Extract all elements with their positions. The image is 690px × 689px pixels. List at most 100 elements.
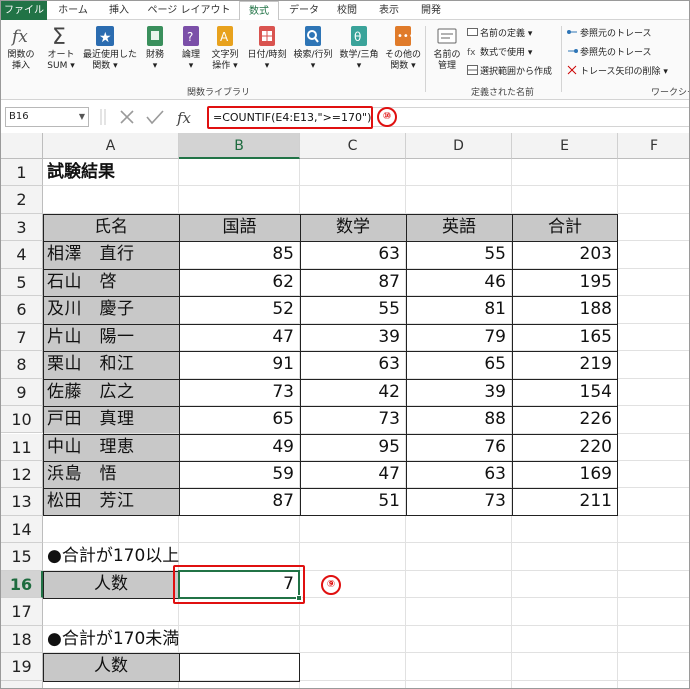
row-header-13[interactable]: 13 [1,488,43,516]
date-time-button[interactable]: 日付/時刻 ▾ [245,24,289,72]
row-header-7[interactable]: 7 [1,323,43,352]
column-header-e[interactable]: E [512,133,618,159]
score-cell[interactable]: 63 [406,461,512,488]
score-cell[interactable]: 73 [300,406,406,433]
name-cell[interactable]: 片山 陽一 [43,323,179,352]
logical-button[interactable]: ? 論理 ▾ [173,24,209,72]
row-header-8[interactable]: 8 [1,351,43,379]
name-cell[interactable]: 戸田 真理 [43,406,179,434]
tab-formulas[interactable]: 数式 [239,1,279,21]
tab-review[interactable]: 校閲 [327,1,367,20]
name-cell[interactable]: 佐藤 広之 [43,378,179,407]
score-cell[interactable]: 95 [300,434,406,461]
score-cell[interactable]: 220 [512,434,618,461]
tab-page-layout[interactable]: ページ レイアウト [143,1,235,20]
cancel-icon[interactable] [120,110,134,124]
count-result-cell[interactable] [179,653,300,680]
row-header-15[interactable]: 15 [1,543,43,571]
define-name-button[interactable]: 名前の定義 ▾ [467,27,532,40]
row-header-2[interactable]: 2 [1,186,43,214]
name-cell[interactable]: 栗山 和江 [43,351,179,379]
chevron-down-icon[interactable]: ▼ [79,108,85,126]
score-cell[interactable]: 88 [406,406,512,433]
score-cell[interactable]: 91 [179,351,300,378]
row-header-6[interactable]: 6 [1,296,43,324]
column-header-b[interactable]: B [179,133,300,159]
score-cell[interactable]: 73 [406,488,512,515]
name-cell[interactable]: 相澤 直行 [43,241,179,269]
row-header-19[interactable]: 19 [1,653,43,681]
create-from-selection-button[interactable]: 選択範囲から作成 [467,65,552,78]
trace-dependents-button[interactable]: 参照先のトレース [567,46,652,59]
score-cell[interactable]: 73 [179,379,300,406]
table-header-cell[interactable]: 氏名 [43,213,179,242]
row-header-11[interactable]: 11 [1,433,43,461]
row-header-9[interactable]: 9 [1,378,43,407]
count-label-cell[interactable]: 人数 [43,570,179,599]
score-cell[interactable]: 51 [300,488,406,515]
tab-insert[interactable]: 挿入 [99,1,139,20]
column-header-d[interactable]: D [406,133,512,159]
name-cell[interactable]: 石山 啓 [43,268,179,297]
score-cell[interactable]: 46 [406,269,512,296]
tab-view[interactable]: 表示 [369,1,409,20]
tab-file[interactable]: ファイル [1,1,47,20]
score-cell[interactable]: 169 [512,461,618,488]
select-all-corner[interactable] [1,133,43,159]
formula-input[interactable]: =COUNTIF(E4:E13,">=170") [207,106,373,129]
financial-button[interactable]: 財務 ▾ [137,24,173,72]
score-cell[interactable]: 188 [512,296,618,323]
row-header-5[interactable]: 5 [1,268,43,297]
name-cell[interactable]: 浜島 悟 [43,460,179,489]
recently-used-button[interactable]: ★ 最近使用した 関数 ▾ [83,24,137,72]
name-cell[interactable]: 及川 慶子 [43,296,179,324]
score-cell[interactable]: 79 [406,324,512,351]
remove-arrows-button[interactable]: トレース矢印の削除 ▾ [567,65,668,78]
fx-icon[interactable]: fx [176,109,192,127]
row-header-1[interactable]: 1 [1,159,43,187]
section-heading[interactable]: ●合計が170未満 [43,626,300,653]
enter-icon[interactable] [146,110,164,125]
score-cell[interactable]: 211 [512,488,618,515]
score-cell[interactable]: 87 [300,269,406,296]
tab-developer[interactable]: 開発 [411,1,451,20]
table-header-cell[interactable]: 数学 [300,213,406,242]
use-in-formula-button[interactable]: fx 数式で使用 ▾ [467,46,532,59]
score-cell[interactable]: 52 [179,296,300,323]
column-header-c[interactable]: C [300,133,406,159]
text-button[interactable]: A 文字列 操作 ▾ [207,24,243,72]
math-trig-button[interactable]: θ 数学/三角 ▾ [337,24,381,72]
formula-input-extension[interactable] [373,107,689,127]
table-header-cell[interactable]: 国語 [179,213,300,242]
name-box[interactable]: B16 ▼ [5,107,89,127]
score-cell[interactable]: 39 [300,324,406,351]
score-cell[interactable]: 65 [179,406,300,433]
score-cell[interactable]: 47 [300,461,406,488]
score-cell[interactable]: 39 [406,379,512,406]
score-cell[interactable]: 76 [406,434,512,461]
table-header-cell[interactable]: 合計 [512,213,618,242]
autosum-button[interactable]: Σ オート SUM ▾ [43,24,79,72]
insert-function-button[interactable]: fx 関数の 挿入 [3,24,39,72]
score-cell[interactable]: 63 [300,351,406,378]
score-cell[interactable]: 59 [179,461,300,488]
score-cell[interactable]: 65 [406,351,512,378]
score-cell[interactable]: 55 [406,241,512,268]
row-header-16[interactable]: 16 [1,570,43,599]
row-header-4[interactable]: 4 [1,241,43,269]
row-header-14[interactable]: 14 [1,515,43,544]
score-cell[interactable]: 203 [512,241,618,268]
score-cell[interactable]: 62 [179,269,300,296]
more-functions-button[interactable]: ••• その他の 関数 ▾ [383,24,423,72]
lookup-reference-button[interactable]: 検索/行列 ▾ [291,24,335,72]
score-cell[interactable]: 42 [300,379,406,406]
score-cell[interactable]: 85 [179,241,300,268]
row-header-20[interactable]: 20 [1,680,43,688]
score-cell[interactable]: 154 [512,379,618,406]
row-header-3[interactable]: 3 [1,213,43,242]
score-cell[interactable]: 195 [512,269,618,296]
row-header-12[interactable]: 12 [1,460,43,489]
score-cell[interactable]: 55 [300,296,406,323]
table-header-cell[interactable]: 英語 [406,213,512,242]
score-cell[interactable]: 49 [179,434,300,461]
